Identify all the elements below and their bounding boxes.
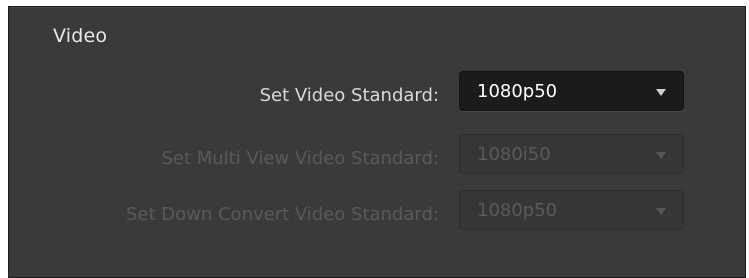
video-standard-value: 1080p50 bbox=[477, 81, 558, 102]
chevron-down-icon bbox=[656, 208, 666, 215]
down-convert-video-standard-dropdown: 1080p50 bbox=[459, 190, 684, 230]
multi-view-video-standard-value: 1080i50 bbox=[477, 144, 551, 165]
video-settings-panel: Video Set Video Standard: 1080p50 Set Mu… bbox=[8, 6, 746, 278]
chevron-down-icon bbox=[656, 152, 666, 159]
down-convert-video-standard-label: Set Down Convert Video Standard: bbox=[125, 204, 439, 225]
video-standard-label: Set Video Standard: bbox=[259, 85, 439, 106]
multi-view-video-standard-label: Set Multi View Video Standard: bbox=[161, 148, 439, 169]
chevron-down-icon bbox=[656, 89, 666, 96]
multi-view-video-standard-dropdown: 1080i50 bbox=[459, 134, 684, 174]
video-standard-dropdown[interactable]: 1080p50 bbox=[459, 71, 684, 111]
down-convert-video-standard-value: 1080p50 bbox=[477, 200, 558, 221]
section-title: Video bbox=[53, 25, 108, 47]
